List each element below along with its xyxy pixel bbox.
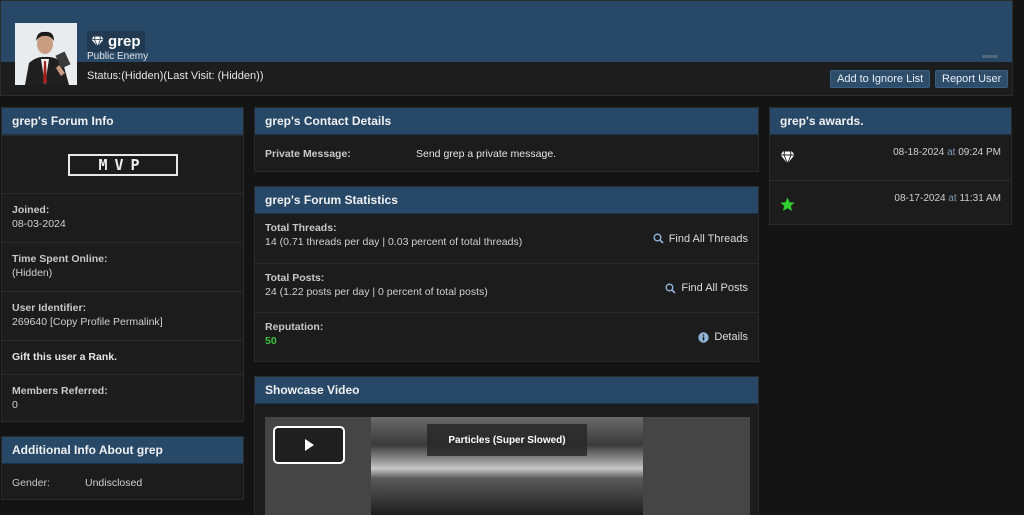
play-button[interactable] [273,426,345,464]
user-identifier-label: User Identifier: [12,302,87,314]
forum-info-panel: grep's Forum Info MVP Joined: 08-03-2024… [1,107,244,422]
showcase-video-panel: Showcase Video Particles (Super Slowed) [254,376,759,515]
status-text: Status:(Hidden)(Last Visit: (Hidden)) [87,70,264,82]
forum-statistics-panel: grep's Forum Statistics Total Threads: 1… [254,186,759,362]
copy-permalink-link[interactable]: Copy Profile Permalink [53,316,160,328]
members-referred-value: 0 [12,399,18,411]
reputation-value: 50 [265,335,277,347]
joined-row: Joined: 08-03-2024 [2,193,243,242]
play-icon [305,439,314,451]
total-posts-label: Total Posts: [265,272,325,284]
diamond-icon [91,36,104,47]
private-message-label: Private Message: [265,148,351,160]
awards-panel: grep's awards. 08-18-2024 at 09:24 PM 08… [769,107,1012,225]
forum-info-title: grep's Forum Info [2,108,243,135]
showcase-video-title: Showcase Video [255,377,758,404]
award-date-time: 11:31 AM [959,193,1001,204]
additional-info-title: Additional Info About grep [2,437,243,464]
gift-rank-link[interactable]: Gift this user a Rank. [12,351,117,363]
award-date-at: at [947,147,956,158]
gender-value: Undisclosed [85,477,143,489]
user-title: Public Enemy [87,51,149,62]
total-posts-row: Total Posts: 24 (1.22 posts per day | 0 … [255,263,758,312]
send-private-message-link[interactable]: Send grep a private message. [416,148,556,160]
award-date-at: at [948,193,957,204]
joined-label: Joined: [12,204,50,216]
find-all-threads-label: Find All Threads [668,232,748,245]
permalink-bracket-close: ] [159,316,163,328]
find-all-posts-label: Find All Posts [681,282,748,294]
report-user-button[interactable]: Report User [935,70,1009,88]
time-online-value: (Hidden) [12,267,53,279]
joined-value: 08-03-2024 [12,218,66,230]
mvp-row: MVP [2,135,243,193]
time-online-label: Time Spent Online: [12,253,108,265]
mvp-badge: MVP [67,153,178,176]
award-date: 08-18-2024 at 09:24 PM [893,147,1001,158]
username: grep [87,31,145,52]
search-icon [653,233,664,244]
user-identifier-value: 269640 [12,316,48,328]
profile-header: grep Public Enemy Status:(Hidden)(Last V… [0,0,1013,96]
find-all-posts-link[interactable]: Find All Posts [665,282,748,294]
diamond-icon[interactable] [780,151,795,164]
star-icon[interactable] [780,197,795,212]
video-title: Particles (Super Slowed) [427,424,587,456]
user-identifier-row: User Identifier: 269640 [Copy Profile Pe… [2,291,243,340]
award-item: 08-18-2024 at 09:24 PM [770,135,1011,180]
header-banner [1,1,1012,62]
search-icon [665,283,676,294]
time-online-row: Time Spent Online: (Hidden) [2,242,243,291]
awards-title: grep's awards. [770,108,1011,135]
info-icon [698,331,710,343]
add-to-ignore-button[interactable]: Add to Ignore List [830,70,931,88]
forum-statistics-title: grep's Forum Statistics [255,187,758,214]
award-date-time: 09:24 PM [958,147,1001,158]
video-player[interactable]: Particles (Super Slowed) [265,417,750,515]
username-text: grep [108,33,141,50]
contact-details-title: grep's Contact Details [255,108,758,135]
gift-rank-row: Gift this user a Rank. [2,340,243,374]
avatar [15,23,77,85]
reputation-label: Reputation: [265,321,324,333]
statistics-body: Total Threads: 14 (0.71 threads per day … [255,214,758,361]
resize-grip-icon [982,55,998,58]
reputation-row: Reputation: 50 Details [255,312,758,361]
find-all-threads-link[interactable]: Find All Threads [653,233,748,245]
award-date: 08-17-2024 at 11:31 AM [894,193,1001,204]
total-threads-label: Total Threads: [265,222,337,234]
details-label: Details [714,331,748,343]
members-referred-row: Members Referred: 0 [2,374,243,422]
contact-details-panel: grep's Contact Details Private Message: … [254,107,759,172]
award-date-day: 08-17-2024 [894,193,946,204]
reputation-details-link[interactable]: Details [698,331,748,343]
total-threads-row: Total Threads: 14 (0.71 threads per day … [255,214,758,263]
additional-info-panel: Additional Info About grep Gender: Undis… [1,436,244,500]
private-message-row: Private Message: Send grep a private mes… [255,135,758,173]
gender-row: Gender: Undisclosed [2,464,243,502]
award-item: 08-17-2024 at 11:31 AM [770,180,1011,225]
award-date-day: 08-18-2024 [893,147,945,158]
user-identifier-value-line: 269640 [Copy Profile Permalink] [12,316,233,328]
gender-label: Gender: [12,477,50,489]
awards-list: 08-18-2024 at 09:24 PM 08-17-2024 at 11:… [770,135,1011,225]
members-referred-label: Members Referred: [12,385,108,397]
